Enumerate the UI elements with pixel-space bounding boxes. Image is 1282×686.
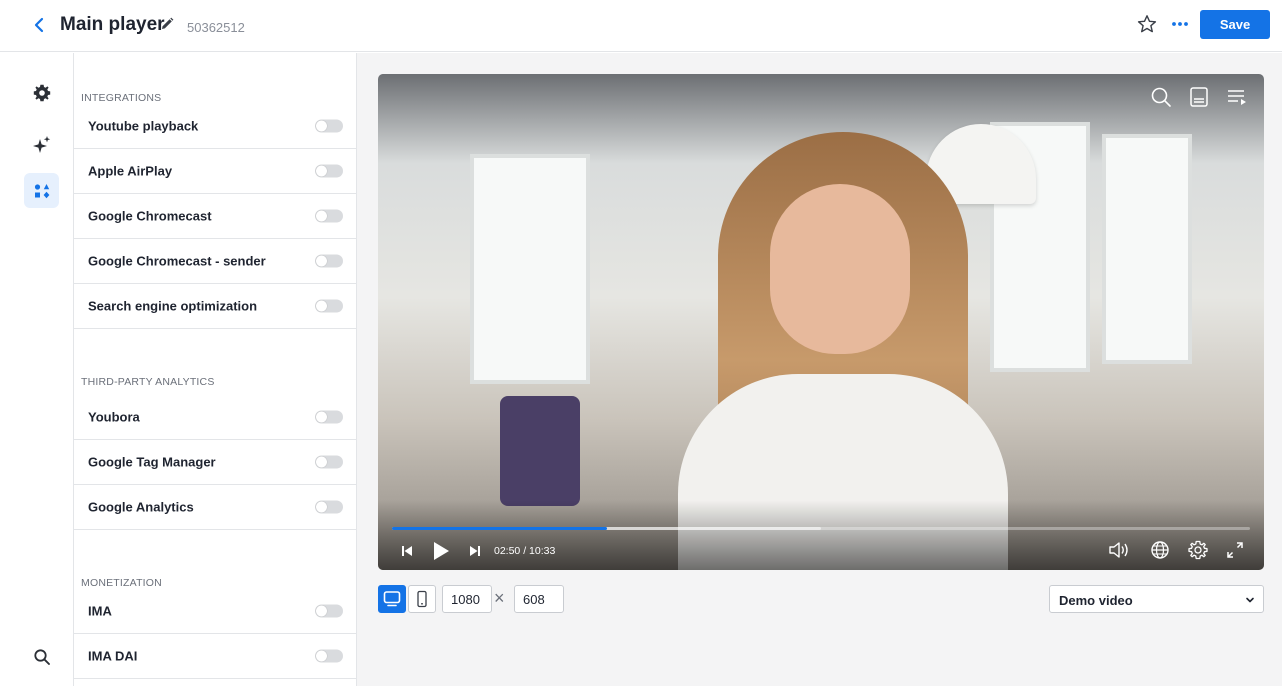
page-title: Main player <box>60 14 165 35</box>
edit-title-button[interactable] <box>160 17 174 31</box>
setting-row-apple-airplay: Apple AirPlay <box>74 149 356 194</box>
setting-label: Search engine optimization <box>88 298 258 314</box>
progress-played <box>392 527 607 530</box>
toggle-ima[interactable] <box>315 604 343 618</box>
setting-label: Google Chromecast <box>88 208 212 224</box>
save-button[interactable]: Save <box>1200 10 1270 39</box>
video-scene-window <box>1102 134 1192 364</box>
time-readout: 02:50 / 10:33 <box>494 545 556 557</box>
header: Main player 50362512 Save <box>0 0 1282 52</box>
section-title-monetization: MONETIZATION <box>81 577 162 589</box>
video-player[interactable]: 02:50 / 10:33 <box>378 74 1264 570</box>
sparkles-icon <box>32 135 50 153</box>
mobile-view-button[interactable] <box>408 585 436 613</box>
skip-forward-button[interactable] <box>468 544 482 558</box>
setting-row-google-analytics: Google Analytics <box>74 485 356 530</box>
captions-icon[interactable] <box>1188 86 1210 108</box>
setting-label: IMA DAI <box>88 648 138 664</box>
pencil-icon <box>162 17 174 29</box>
setting-row-seo: Search engine optimization <box>74 284 356 329</box>
dimension-separator: × <box>494 588 505 608</box>
globe-icon <box>1151 541 1169 559</box>
fullscreen-button[interactable] <box>1226 541 1244 559</box>
width-input[interactable] <box>442 585 492 613</box>
toggle-youtube-playback[interactable] <box>315 119 343 133</box>
shapes-icon <box>34 183 49 198</box>
height-input[interactable] <box>514 585 564 613</box>
rail-ai-button[interactable] <box>24 127 59 162</box>
favorite-button[interactable] <box>1137 14 1157 34</box>
search-icon[interactable] <box>1150 86 1172 108</box>
chevron-left-icon <box>34 17 44 33</box>
player-id: 50362512 <box>187 20 245 35</box>
more-options-button[interactable] <box>1170 14 1190 34</box>
setting-label: Youtube playback <box>88 118 199 134</box>
star-icon <box>1137 15 1157 33</box>
setting-label: IMA <box>88 603 112 619</box>
skip-previous-icon <box>402 546 412 556</box>
setting-label: Google Tag Manager <box>88 454 216 470</box>
rail-search-button[interactable] <box>24 639 59 674</box>
setting-label: Youbora <box>88 409 140 425</box>
play-icon <box>434 542 449 560</box>
setting-row-google-chromecast-sender: Google Chromecast - sender <box>74 239 356 284</box>
rail-integrations-button[interactable] <box>24 173 59 208</box>
progress-bar[interactable] <box>392 527 1250 530</box>
video-select-value: Demo video <box>1059 593 1133 608</box>
phone-icon <box>417 590 427 608</box>
chevron-down-icon <box>1246 597 1254 603</box>
skip-back-button[interactable] <box>400 544 414 558</box>
language-button[interactable] <box>1150 540 1170 560</box>
video-scene-window <box>470 154 590 384</box>
desktop-view-button[interactable] <box>378 585 406 613</box>
setting-row-google-tag-manager: Google Tag Manager <box>74 440 356 485</box>
setting-row-google-chromecast: Google Chromecast <box>74 194 356 239</box>
toggle-youbora[interactable] <box>315 410 343 424</box>
settings-panel: INTEGRATIONS Youtube playback Apple AirP… <box>74 53 357 686</box>
expand-icon <box>1227 542 1243 558</box>
playlist-icon[interactable] <box>1226 86 1248 108</box>
volume-button[interactable] <box>1108 540 1132 560</box>
more-dots-icon <box>1172 22 1188 26</box>
toggle-google-chromecast-sender[interactable] <box>315 254 343 268</box>
player-top-controls <box>1150 86 1248 108</box>
gear-icon <box>33 84 50 101</box>
player-controls-right <box>1108 540 1244 560</box>
toggle-ima-dai[interactable] <box>315 649 343 663</box>
skip-next-icon <box>470 546 480 556</box>
setting-row-youbora: Youbora <box>74 395 356 440</box>
video-scene-suitcase <box>500 396 580 506</box>
play-button[interactable] <box>432 541 450 561</box>
settings-button[interactable] <box>1188 540 1208 560</box>
rail-settings-button[interactable] <box>24 75 59 110</box>
setting-label: Google Analytics <box>88 499 194 515</box>
setting-row-ima: IMA <box>74 589 356 634</box>
left-rail <box>0 53 74 686</box>
setting-label: Apple AirPlay <box>88 163 173 179</box>
gear-icon <box>1188 540 1208 560</box>
setting-label: Google Chromecast - sender <box>88 253 266 269</box>
toggle-apple-airplay[interactable] <box>315 164 343 178</box>
section-title-third-party-analytics: THIRD-PARTY ANALYTICS <box>81 376 215 388</box>
player-controls-left: 02:50 / 10:33 <box>400 541 555 561</box>
toggle-google-chromecast[interactable] <box>315 209 343 223</box>
section-title-integrations: INTEGRATIONS <box>81 92 162 104</box>
toggle-seo[interactable] <box>315 299 343 313</box>
search-icon <box>33 648 50 665</box>
preview-area: 02:50 / 10:33 1080 × 608 Demo video <box>357 53 1282 686</box>
video-select[interactable]: Demo video <box>1049 585 1264 613</box>
setting-row-youtube-playback: Youtube playback <box>74 104 356 149</box>
toggle-google-tag-manager[interactable] <box>315 455 343 469</box>
toggle-google-analytics[interactable] <box>315 500 343 514</box>
monitor-icon <box>383 591 401 607</box>
setting-row-ima-dai: IMA DAI <box>74 634 356 679</box>
volume-icon <box>1109 542 1128 558</box>
video-scene-person-face <box>770 184 910 354</box>
back-button[interactable] <box>30 13 48 37</box>
